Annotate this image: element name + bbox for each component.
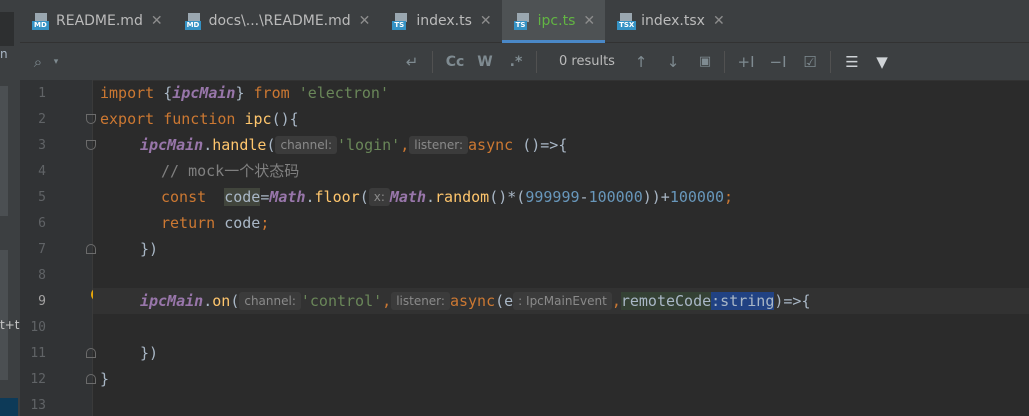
line-number: 8: [38, 268, 46, 283]
line-number: 12: [30, 372, 46, 387]
previous-occurrence-icon[interactable]: ↑: [630, 43, 652, 80]
tab-label: README.md: [56, 13, 143, 29]
code-line-5: const code=Math.floor(x: Math.random()*(9…: [161, 188, 734, 206]
code-line-4: // mock一个状态码: [161, 162, 300, 180]
words-icon[interactable]: W: [474, 43, 496, 80]
line-number: 2: [38, 112, 46, 127]
line-number: 7: [38, 242, 46, 257]
line-number: 13: [30, 398, 46, 413]
parameter-hint: x:: [368, 188, 390, 206]
close-icon[interactable]: ✕: [359, 13, 371, 29]
code-line-6: return code;: [161, 214, 270, 232]
next-occurrence-icon[interactable]: ↓: [662, 43, 684, 80]
regex-icon[interactable]: .*: [504, 43, 528, 80]
line-number: 4: [38, 164, 46, 179]
type-hint: : IpcMainEvent: [513, 292, 612, 310]
close-icon[interactable]: ✕: [480, 13, 492, 29]
line-number: 1: [38, 86, 46, 101]
code-line-1: import {ipcMain} from 'electron': [100, 84, 389, 102]
markdown-file-icon: MD: [184, 13, 203, 30]
close-icon[interactable]: ✕: [583, 13, 595, 29]
parameter-hint: channel:: [275, 136, 337, 154]
editor-tab-bar: MD README.md ✕ MD docs\...\README.md ✕ T…: [20, 0, 1029, 43]
select-all-occurrences-icon[interactable]: ▣: [694, 43, 716, 80]
side-panel-selection: [0, 398, 18, 416]
filter-icon[interactable]: ▼: [870, 43, 894, 80]
side-panel-text: n: [0, 47, 8, 61]
side-panel-text: t+t: [0, 318, 20, 332]
remove-occurrence-icon[interactable]: −I: [766, 43, 790, 80]
tab-label: index.ts: [416, 13, 472, 29]
parameter-hint: listener:: [409, 136, 469, 154]
search-results-count: 0 results: [559, 54, 615, 69]
parameter-hint: channel:: [239, 292, 301, 310]
code-line-3: ipcMain.handle(channel:'login', listener:…: [140, 136, 568, 154]
toolbar-separator: [536, 51, 537, 73]
code-line-7: }): [140, 240, 159, 258]
tab-label: ipc.ts: [537, 13, 576, 29]
line-number: 6: [38, 216, 46, 231]
new-line-icon[interactable]: ↵: [400, 43, 424, 80]
code-line-12: }: [100, 370, 110, 388]
line-number: 9: [38, 294, 46, 309]
side-panel-edge: n t+t: [0, 0, 21, 416]
parameter-hint: listener:: [391, 292, 450, 310]
code-line-11: }): [140, 344, 159, 362]
tab-label: docs\...\README.md: [208, 13, 351, 29]
find-toolbar: ⌕ ▾ ↵ Cc W .* 0 results ↑ ↓ ▣ +I −I ☑ ☰ …: [20, 43, 1029, 81]
tab-label: index.tsx: [641, 13, 705, 29]
add-occurrence-icon[interactable]: +I: [734, 43, 758, 80]
search-history-chevron-icon[interactable]: ▾: [50, 43, 62, 80]
line-number: 5: [38, 190, 46, 205]
line-number: 11: [30, 346, 46, 361]
toolbar-separator: [432, 51, 433, 73]
selected-text: :string: [711, 292, 775, 310]
typescript-file-icon: TS: [392, 13, 410, 30]
toolbar-separator: [830, 51, 831, 73]
code-line-2: export function ipc(){: [100, 110, 299, 128]
match-case-icon[interactable]: Cc: [442, 43, 468, 80]
close-icon[interactable]: ✕: [713, 13, 725, 29]
close-icon[interactable]: ✕: [151, 13, 163, 29]
editor-gutter: 1 2 3 4 5 6 7 8 9 10 11 12 13: [20, 80, 96, 416]
line-number: 10: [30, 320, 46, 335]
toolbar-separator: [724, 51, 725, 73]
line-number: 3: [38, 138, 46, 153]
tab-index-tsx[interactable]: TSX index.tsx ✕: [605, 0, 735, 42]
filter-lines-icon[interactable]: ☰: [840, 43, 864, 80]
tab-readme[interactable]: MD README.md ✕: [20, 0, 173, 42]
tsx-file-icon: TSX: [617, 13, 637, 30]
tab-index-ts[interactable]: TS index.ts ✕: [380, 0, 501, 42]
search-icon[interactable]: ⌕: [26, 43, 50, 80]
code-editor[interactable]: import {ipcMain} from 'electron' export …: [93, 80, 1029, 416]
side-panel-header: [0, 12, 14, 46]
tab-docs-readme[interactable]: MD docs\...\README.md ✕: [173, 0, 381, 42]
side-panel-block: [0, 250, 8, 380]
code-line-9: ipcMain.on(channel:'control', listener: as…: [140, 292, 811, 310]
select-occurrences-icon[interactable]: ☑: [798, 43, 822, 80]
markdown-file-icon: MD: [32, 13, 50, 30]
typescript-file-icon: TS: [513, 13, 532, 30]
side-panel-block: [0, 86, 8, 216]
tab-ipc-ts[interactable]: TS ipc.ts ✕: [501, 0, 606, 43]
